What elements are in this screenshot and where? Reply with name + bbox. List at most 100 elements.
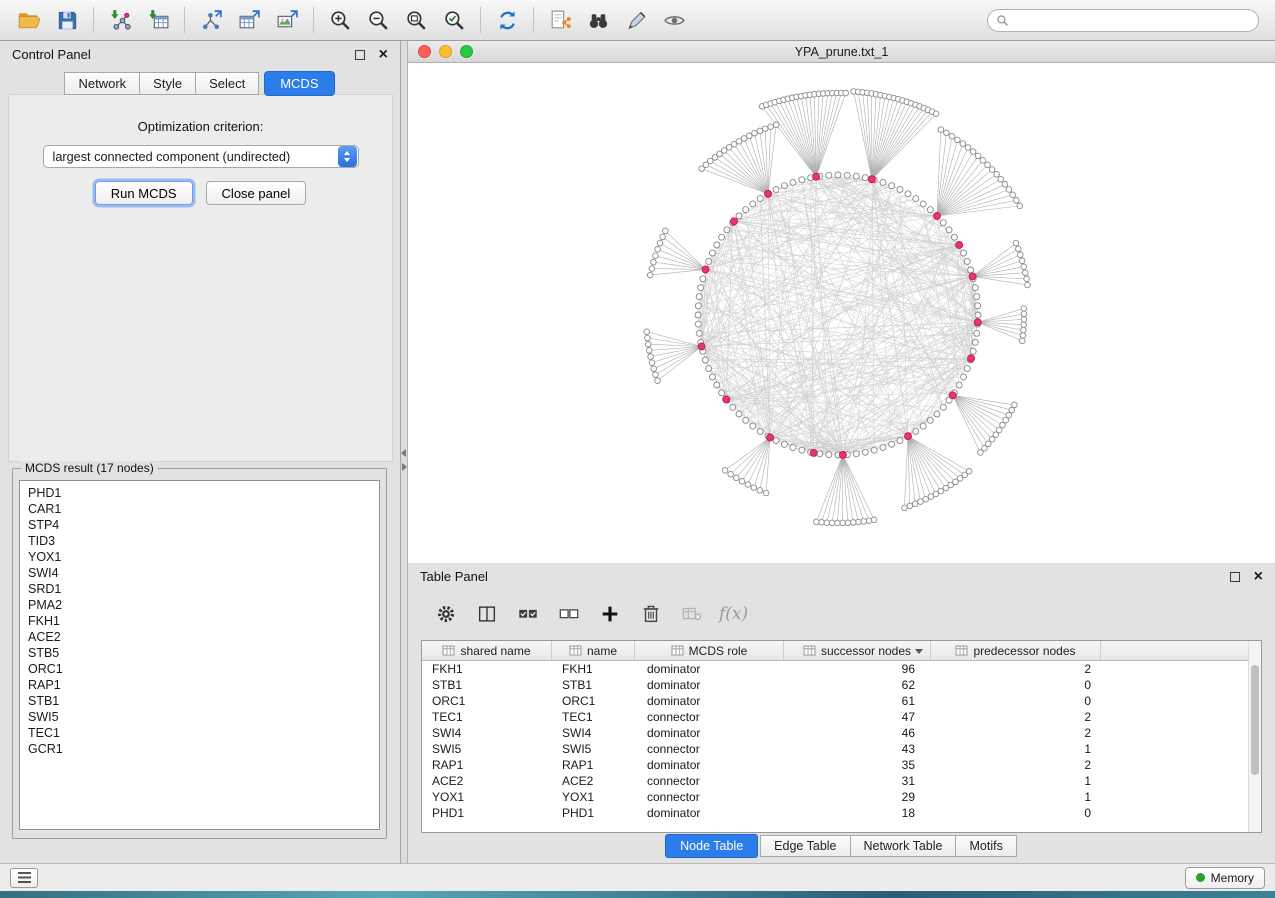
column-header-predecessor-nodes[interactable]: predecessor nodes: [931, 641, 1101, 660]
tab-style[interactable]: Style: [139, 72, 196, 95]
close-panel-icon[interactable]: ×: [379, 47, 388, 63]
control-panel-tabs: NetworkStyleSelectMCDS: [0, 71, 400, 96]
zoom-out-icon: [366, 8, 391, 33]
binoculars-icon: [586, 8, 611, 33]
memory-button[interactable]: Memory: [1185, 867, 1265, 889]
result-item[interactable]: YOX1: [20, 549, 379, 565]
table-row[interactable]: FKH1FKH1dominator962: [422, 661, 1261, 677]
column-header-name[interactable]: name: [552, 641, 635, 660]
select-all-button[interactable]: [514, 601, 541, 628]
main-toolbar: [0, 0, 1275, 41]
network-search-box: [987, 9, 1259, 32]
unchecked-boxes-icon: [558, 603, 580, 625]
refresh-view-button[interactable]: [488, 4, 526, 36]
result-item[interactable]: RAP1: [20, 677, 379, 693]
close-table-panel-icon[interactable]: ×: [1254, 569, 1263, 585]
result-item[interactable]: STP4: [20, 517, 379, 533]
checked-boxes-icon: [517, 603, 539, 625]
result-item[interactable]: STB5: [20, 645, 379, 661]
table-row[interactable]: ACE2ACE2connector311: [422, 773, 1261, 789]
criterion-select[interactable]: largest connected component (undirected): [43, 145, 359, 168]
trash-icon: [640, 603, 662, 625]
scrollbar-thumb[interactable]: [1251, 665, 1259, 775]
result-item[interactable]: STB1: [20, 693, 379, 709]
table-body: FKH1FKH1dominator962STB1STB1dominator620…: [422, 661, 1261, 821]
toolbar-separator: [480, 7, 481, 33]
table-settings-button[interactable]: [432, 601, 459, 628]
result-item[interactable]: PMA2: [20, 597, 379, 613]
delete-column-button[interactable]: [637, 601, 664, 628]
zoom-in-button[interactable]: [321, 4, 359, 36]
import-network-button[interactable]: [101, 4, 139, 36]
memory-status-icon: [1196, 873, 1205, 882]
desktop-background-strip: [0, 891, 1275, 898]
show-columns-button[interactable]: [473, 601, 500, 628]
result-item[interactable]: PHD1: [20, 485, 379, 501]
import-network-file-icon: [108, 8, 133, 33]
control-panel: Control Panel × NetworkStyleSelectMCDS O…: [0, 41, 401, 863]
memory-label: Memory: [1211, 871, 1254, 885]
tab-motifs[interactable]: Motifs: [955, 835, 1016, 857]
float-panel-icon[interactable]: [355, 50, 365, 60]
float-table-panel-icon[interactable]: [1230, 572, 1240, 582]
column-type-icon: [955, 645, 968, 656]
result-item[interactable]: SWI5: [20, 709, 379, 725]
delete-table-button[interactable]: [678, 601, 705, 628]
tab-network[interactable]: Network: [64, 72, 140, 95]
zoom-out-button[interactable]: [359, 4, 397, 36]
result-item[interactable]: TEC1: [20, 725, 379, 741]
apply-style-button[interactable]: [617, 4, 655, 36]
zoom-fit-button[interactable]: [397, 4, 435, 36]
task-history-button[interactable]: [10, 868, 38, 888]
create-column-button[interactable]: [596, 601, 623, 628]
zoom-selected-button[interactable]: [435, 4, 473, 36]
deselect-all-button[interactable]: [555, 601, 582, 628]
tab-edge-table[interactable]: Edge Table: [760, 835, 850, 857]
column-header-shared-name[interactable]: shared name: [422, 641, 552, 660]
result-item[interactable]: FKH1: [20, 613, 379, 629]
result-item[interactable]: SRD1: [20, 581, 379, 597]
function-builder-button[interactable]: f(x): [719, 604, 748, 624]
zoom-fit-icon: [404, 8, 429, 33]
result-item[interactable]: ACE2: [20, 629, 379, 645]
table-row[interactable]: PHD1PHD1dominator180: [422, 805, 1261, 821]
table-row[interactable]: RAP1RAP1dominator352: [422, 757, 1261, 773]
export-table-button[interactable]: [230, 4, 268, 36]
collapse-right-icon[interactable]: [402, 463, 407, 471]
status-bar: Memory: [0, 863, 1275, 891]
style-brush-icon: [624, 8, 649, 33]
panel-splitter[interactable]: [401, 41, 408, 863]
search-neighbors-button[interactable]: [579, 4, 617, 36]
close-panel-button[interactable]: Close panel: [206, 181, 307, 205]
column-header-mcds-role[interactable]: MCDS role: [635, 641, 784, 660]
tab-network-table[interactable]: Network Table: [850, 835, 957, 857]
tab-mcds[interactable]: MCDS: [264, 71, 334, 96]
table-row[interactable]: YOX1YOX1connector291: [422, 789, 1261, 805]
table-row[interactable]: TEC1TEC1connector472: [422, 709, 1261, 725]
network-view-canvas[interactable]: [408, 63, 1275, 563]
search-input[interactable]: [1015, 10, 1258, 31]
result-item[interactable]: GCR1: [20, 741, 379, 757]
table-vertical-scrollbar[interactable]: [1248, 641, 1261, 832]
run-mcds-button[interactable]: Run MCDS: [95, 181, 193, 205]
import-table-button[interactable]: [139, 4, 177, 36]
result-item[interactable]: TID3: [20, 533, 379, 549]
collapse-left-icon[interactable]: [401, 449, 406, 457]
result-item[interactable]: ORC1: [20, 661, 379, 677]
open-session-button[interactable]: [10, 4, 48, 36]
table-row[interactable]: STB1STB1dominator620: [422, 677, 1261, 693]
table-row[interactable]: ORC1ORC1dominator610: [422, 693, 1261, 709]
table-row[interactable]: SWI4SWI4dominator462: [422, 725, 1261, 741]
column-header-successor-nodes[interactable]: successor nodes: [784, 641, 931, 660]
result-item[interactable]: SWI4: [20, 565, 379, 581]
tab-node-table[interactable]: Node Table: [665, 834, 758, 858]
save-session-button[interactable]: [48, 4, 86, 36]
export-network-button[interactable]: [192, 4, 230, 36]
table-row[interactable]: SWI5SWI5connector431: [422, 741, 1261, 757]
tab-select[interactable]: Select: [195, 72, 259, 95]
result-item[interactable]: CAR1: [20, 501, 379, 517]
show-graphics-details-button[interactable]: [655, 4, 693, 36]
export-document-button[interactable]: [541, 4, 579, 36]
sort-descending-icon[interactable]: [915, 649, 923, 654]
export-image-button[interactable]: [268, 4, 306, 36]
